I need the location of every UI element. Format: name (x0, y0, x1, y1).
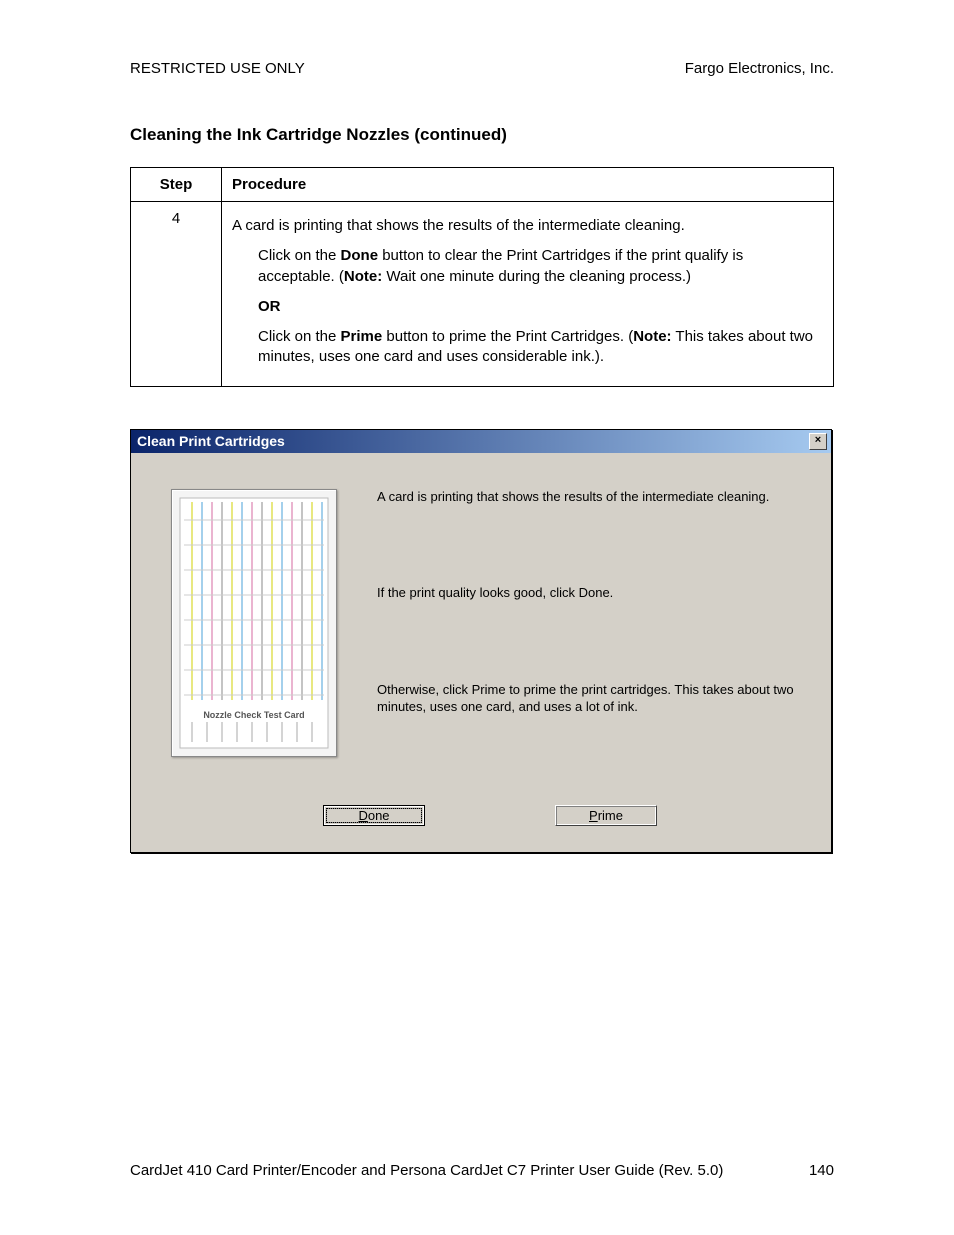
close-icon: × (815, 434, 821, 446)
proc-or: OR (258, 297, 823, 317)
procedure-table: Step Procedure 4 A card is printing that… (130, 167, 834, 387)
table-header-row: Step Procedure (131, 168, 834, 202)
dialog-title: Clean Print Cartridges (137, 433, 285, 449)
card-label: Nozzle Check Test Card (172, 710, 336, 720)
dialog-body: Nozzle Check Test Card A card is printin… (131, 453, 831, 852)
dialog-titlebar[interactable]: Clean Print Cartridges × (131, 430, 831, 453)
prime-button[interactable]: Prime (555, 805, 657, 826)
clean-print-cartridges-dialog: Clean Print Cartridges × (130, 429, 832, 853)
dialog-msg-3: Otherwise, click Prime to prime the prin… (377, 682, 809, 716)
dialog-msg-2: If the print quality looks good, click D… (377, 585, 809, 602)
footer-text: CardJet 410 Card Printer/Encoder and Per… (130, 1162, 723, 1179)
done-button[interactable]: Done (323, 805, 425, 826)
dialog-msg-1: A card is printing that shows the result… (377, 489, 809, 506)
page-number: 140 (809, 1162, 834, 1179)
nozzle-test-card-image: Nozzle Check Test Card (171, 489, 337, 757)
page-header: RESTRICTED USE ONLY Fargo Electronics, I… (130, 60, 834, 77)
dialog-button-row: Done Prime (171, 805, 809, 826)
step-number: 4 (131, 202, 222, 387)
page-footer: CardJet 410 Card Printer/Encoder and Per… (130, 1162, 834, 1179)
col-procedure-header: Procedure (222, 168, 834, 202)
document-page: RESTRICTED USE ONLY Fargo Electronics, I… (0, 0, 954, 853)
proc-prime-instruction: Click on the Prime button to prime the P… (258, 327, 823, 368)
procedure-cell: A card is printing that shows the result… (222, 202, 834, 387)
dialog-screenshot: Clean Print Cartridges × (130, 429, 834, 853)
proc-intro: A card is printing that shows the result… (232, 216, 823, 236)
col-step-header: Step (131, 168, 222, 202)
proc-done-instruction: Click on the Done button to clear the Pr… (258, 246, 823, 287)
header-left: RESTRICTED USE ONLY (130, 60, 305, 77)
table-row: 4 A card is printing that shows the resu… (131, 202, 834, 387)
header-right: Fargo Electronics, Inc. (685, 60, 834, 77)
dialog-text: A card is printing that shows the result… (377, 489, 809, 757)
close-button[interactable]: × (809, 433, 827, 450)
section-title: Cleaning the Ink Cartridge Nozzles (cont… (130, 125, 834, 145)
